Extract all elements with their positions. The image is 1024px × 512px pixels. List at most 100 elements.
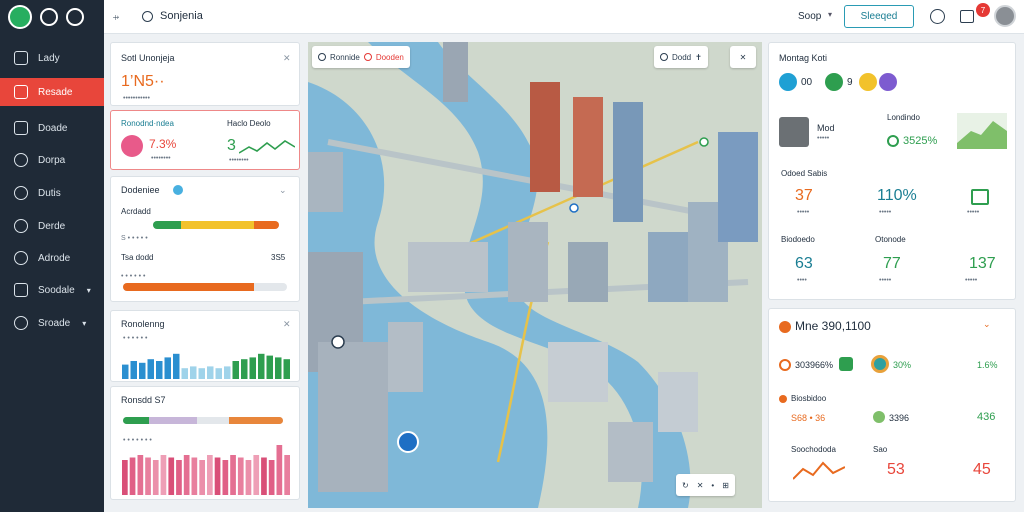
progress-segment (253, 221, 279, 229)
notification-badge: 7 (976, 3, 990, 17)
mini-bar (253, 455, 260, 495)
search-icon[interactable] (40, 8, 58, 26)
app-logo[interactable] (8, 5, 32, 29)
back-icon[interactable]: ⍆ (112, 9, 120, 25)
mini-bar (145, 457, 151, 495)
map-filter-b[interactable]: Dooden (376, 53, 404, 62)
compass-icon[interactable] (66, 8, 84, 26)
sidebar-item-label: Doade (38, 122, 68, 134)
sidebar-item-dorpa[interactable]: Dorpa (0, 146, 104, 174)
info-icon (173, 185, 183, 195)
pin-add-icon[interactable]: ✝ (695, 53, 702, 62)
mini-bar-chart (122, 445, 290, 495)
avatar[interactable] (994, 5, 1016, 27)
kpi-sub-a: •••••••• (151, 155, 171, 162)
chip-value: 9 (847, 77, 853, 88)
sidebar-item-derde[interactable]: Derde (0, 212, 104, 240)
layers-icon (660, 53, 668, 61)
metric-value: 63 (795, 255, 813, 272)
primary-button[interactable]: Sleeqed (844, 5, 914, 28)
close-icon[interactable]: ✕ (283, 319, 291, 330)
map-layer[interactable]: Dodd (672, 53, 691, 62)
document-icon (971, 189, 989, 205)
mini-bar (147, 359, 154, 379)
sidebar-item-label: Resade (38, 86, 73, 98)
mini-bar (261, 457, 267, 495)
sidebar-item-adrode[interactable]: Adrode (0, 244, 104, 272)
mini-bar (173, 353, 180, 379)
row-value: 3S5 (271, 253, 286, 262)
map-view[interactable]: Ronnide Dooden Dodd ✝ ✕ ↻ ✕ • ⊞ (308, 42, 762, 508)
mini-bar (222, 460, 229, 495)
metric-value: 37 (795, 187, 813, 204)
close-icon: ✕ (739, 52, 747, 62)
mini-bar (164, 357, 171, 379)
expand-icon[interactable]: ⊞ (722, 481, 729, 490)
mini-bar (176, 460, 182, 495)
summary-sub: ••••••••••• (123, 95, 150, 102)
sidebar-item-doade[interactable]: Doade (0, 114, 104, 142)
chevron-down-icon[interactable]: ⌄ (983, 319, 991, 330)
mini-bar (152, 460, 159, 495)
sidebar-item-resade[interactable]: Resade (0, 78, 104, 106)
progress-segment (153, 221, 181, 229)
profile-name: Mod (817, 123, 835, 133)
sidebar-item-label: Adrode (38, 252, 71, 264)
status-icon (779, 359, 791, 371)
area-thumbnail (957, 113, 1007, 149)
map-bottom-controls: ↻ ✕ • ⊞ (676, 474, 735, 496)
chevron-down-icon[interactable]: ▾ (828, 10, 832, 19)
mini-bar (232, 361, 239, 379)
stats-card: Mne 390,1100 ⌄ 303966% 30% 1.6% Biosbido… (768, 308, 1016, 502)
metric-value: 45 (973, 461, 991, 478)
dot-icon[interactable]: • (711, 481, 714, 490)
sidebar-item-soodale[interactable]: Soodale ▾ (0, 276, 104, 304)
row-label: Acrdadd (121, 207, 151, 216)
messages-icon[interactable] (960, 10, 974, 23)
metric-value: 53 (887, 461, 905, 478)
mini-bar (224, 366, 231, 379)
stat-a: S68 • 36 (791, 413, 826, 423)
sidebar-item-dutis[interactable]: Dutis (0, 179, 104, 207)
mini-bar (275, 357, 282, 379)
progress-segment (123, 417, 149, 424)
metric-value: 137 (969, 255, 996, 272)
user-icon (14, 186, 28, 200)
close-icon[interactable]: ✕ (283, 53, 291, 64)
shop-menu[interactable]: Soop (798, 11, 821, 22)
sidebar: Lady Resade Doade Dorpa Dutis Derde Adro… (0, 0, 104, 512)
mini-bar (258, 353, 265, 379)
chip-icon (859, 73, 877, 91)
row-sub: S • • • • • (121, 235, 148, 242)
card-sub: • • • • • • • (123, 437, 152, 444)
map-close-button[interactable]: ✕ (730, 46, 756, 68)
sidebar-item-lady[interactable]: Lady (0, 44, 104, 72)
bar-chart-card: Ronolenng ✕ • • • • • • (110, 310, 300, 382)
metric-value: 110% (877, 187, 917, 204)
progress-segment (148, 417, 197, 424)
mini-bar (191, 457, 198, 495)
stacked-chart-card: Ronsdd S7 • • • • • • • (110, 386, 300, 500)
heart-icon (121, 135, 143, 157)
kpi-value-a: 7.3% (149, 137, 177, 151)
kpi-title-b: Haclo Deolo (227, 119, 271, 128)
mini-bar (122, 460, 128, 495)
kpi-value-b: 3 (227, 137, 236, 154)
kpi-card: Ronodnd·ndea 7.3% •••••••• Haclo Deolo 3… (110, 110, 300, 170)
chip-icon (779, 73, 797, 91)
close-icon[interactable]: ✕ (697, 481, 704, 490)
sidebar-item-sroade[interactable]: Sroade ▾ (0, 309, 104, 337)
mini-bar (241, 359, 248, 379)
stat-c: 1.6% (977, 360, 998, 370)
chevron-down-icon[interactable]: ⌄ (279, 185, 287, 196)
mini-bar (137, 455, 144, 495)
mini-bar (207, 455, 213, 495)
refresh-icon[interactable]: ↻ (682, 481, 689, 490)
monitor-icon (14, 283, 28, 297)
map-filter-a[interactable]: Ronnide (330, 53, 360, 62)
mini-bar-chart (122, 353, 290, 379)
status-icon (873, 411, 885, 423)
globe-icon[interactable] (930, 9, 945, 24)
profile-photo (779, 117, 809, 147)
mini-bar (129, 457, 136, 495)
